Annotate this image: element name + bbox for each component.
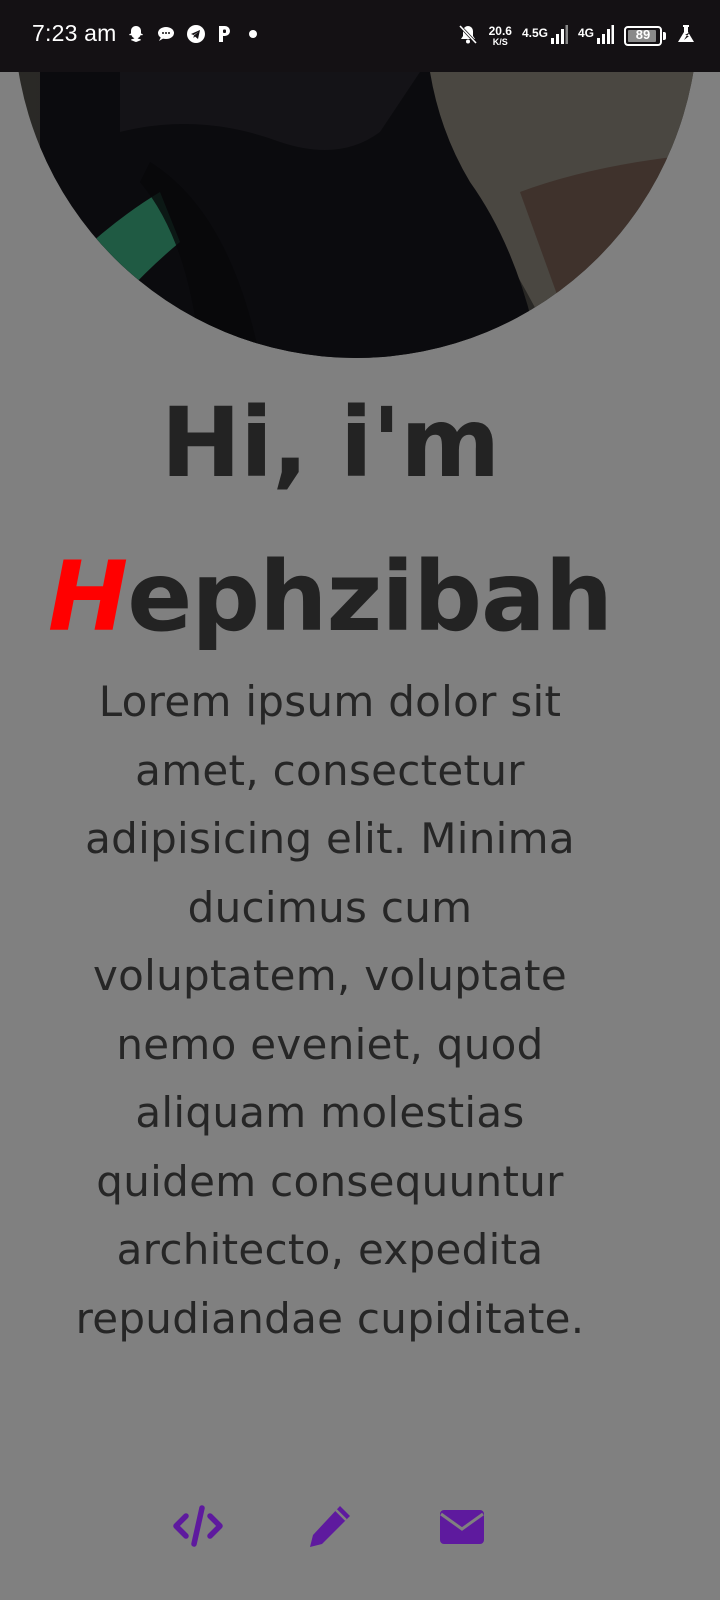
battery-indicator: 89 — [624, 26, 666, 46]
network-speed-unit: K/S — [492, 37, 508, 47]
envelope-link[interactable] — [436, 1500, 488, 1552]
network-type-label-2: 4G — [577, 26, 594, 40]
name-heading: Hephzibah — [0, 538, 660, 656]
code-link[interactable] — [172, 1500, 224, 1552]
system-icons: 20.6 K/S 4.5G 4G 89 — [457, 20, 696, 52]
status-bar: 7:23 am 20.6 K/S 4.5G 4G 89 — [0, 0, 720, 72]
signal-strength-icon — [596, 23, 614, 49]
envelope-icon — [440, 1510, 484, 1544]
greeting-heading: Hi, i'm — [160, 387, 500, 499]
p-app-icon — [216, 24, 234, 48]
bio-text: Lorem ipsum dolor sit amet, consectetur … — [75, 677, 585, 1343]
more-notifications-dot — [244, 24, 262, 48]
signal-strength-icon — [550, 23, 568, 49]
bell-off-icon — [457, 23, 479, 49]
name-initial: H — [47, 541, 128, 653]
social-links — [0, 1500, 660, 1556]
pencil-icon — [310, 1506, 350, 1547]
battery-tip — [663, 32, 666, 40]
telegram-icon — [186, 24, 206, 48]
battery-level: 89 — [635, 27, 651, 42]
chat-icon — [156, 24, 176, 48]
pencil-link[interactable] — [304, 1500, 356, 1552]
profile-photo — [0, 72, 720, 358]
network-speed: 20.6 K/S — [489, 25, 512, 47]
battery-icon: 89 — [624, 26, 662, 46]
network-type-label-1: 4.5G — [521, 26, 548, 40]
name-rest: ephzibah — [127, 541, 613, 653]
status-time: 7:23 am — [32, 20, 117, 46]
snapchat-icon — [126, 24, 146, 48]
code-icon — [173, 1505, 223, 1547]
signal-2: 4G — [578, 23, 614, 49]
signal-1: 4.5G — [522, 23, 568, 49]
lab-flask-icon — [676, 23, 696, 49]
network-speed-value: 20.6 — [488, 24, 512, 38]
notification-icons — [126, 22, 262, 50]
